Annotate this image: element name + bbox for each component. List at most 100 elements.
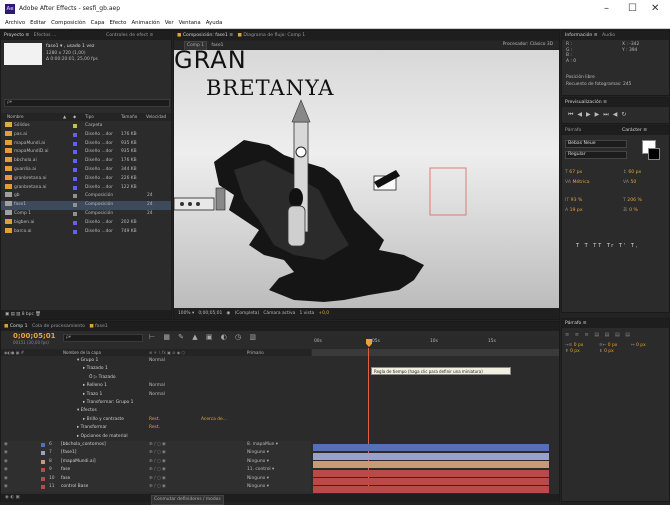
tab-flowchart[interactable]: Diagrama de flujo: Comp 1 [243, 33, 305, 38]
camera-select[interactable]: Cámara activa [263, 311, 295, 316]
track-bar-7[interactable] [313, 453, 549, 460]
table-row[interactable]: Ö ▷ Trazado [1, 374, 311, 383]
project-item-row[interactable]: gb Composición 24 [1, 192, 171, 201]
baseline-shift-value[interactable]: 19 px [570, 208, 583, 213]
track-bar-10[interactable] [313, 478, 549, 485]
table-row[interactable]: ▾ Grupo 1 Normal [1, 357, 311, 366]
col-sort[interactable]: ▲ [63, 113, 66, 121]
timeline-switches[interactable]: ⊢ ▦ ✎ ▲ ▣ ◐ ◷ ▥ [149, 333, 259, 341]
label-color-swatch[interactable] [73, 203, 77, 208]
timeline-search-input[interactable]: ρ▾ [63, 334, 143, 342]
layer-mode[interactable]: Rest. [149, 424, 160, 433]
layer-name[interactable]: ▾ Efectos [77, 407, 97, 416]
layer-mode[interactable]: Normal [149, 382, 165, 391]
new-comp-icon[interactable]: ▧ [16, 312, 20, 317]
align-buttons[interactable]: ≡ ≡ ≡ ▤ ▤ ▤ ▤ [565, 332, 632, 338]
eye-icon[interactable]: ◉ [4, 466, 8, 475]
layer-name[interactable]: Ö ▷ Trazado [89, 374, 116, 383]
table-row[interactable]: ◉ 10 fase ⊕ ∕ ◻ ◉ Ninguno ▾ [1, 474, 311, 484]
layer-color-swatch[interactable] [41, 476, 45, 481]
col-label[interactable]: ◆ [73, 113, 76, 121]
layer-name[interactable]: ▸ Relleno 1 [83, 382, 107, 391]
layer-name[interactable]: [bbchola_contornos] [61, 441, 106, 450]
label-color-swatch[interactable] [73, 159, 77, 164]
exposure-value[interactable]: +0,0 [318, 311, 329, 316]
layer-name[interactable]: ▸ Transformar [77, 424, 107, 433]
table-row[interactable]: ▸ Transformar: Grupo 1 [1, 399, 311, 408]
tracking-value[interactable]: 50 [630, 180, 636, 185]
toggle-switches-button[interactable]: Conmutar definidores / modos [151, 495, 224, 505]
layer-name[interactable]: control Base [61, 483, 88, 492]
table-row[interactable]: ▸ Relleno 1 Normal [1, 382, 311, 391]
bit-depth-label[interactable]: 8 bpc [22, 312, 34, 317]
time-ruler[interactable]: 00s 05s 10s 15s [312, 336, 559, 348]
layer-mode[interactable]: Rest. [149, 416, 160, 425]
project-item-row[interactable]: Comp 1 Composición 24 [1, 210, 171, 219]
project-item-row[interactable]: Sólidos Carpeta [1, 122, 171, 131]
eye-icon[interactable]: ◉ [4, 441, 8, 450]
layer-name[interactable]: ▸ Opciones de material [77, 433, 128, 442]
layer-color-swatch[interactable] [41, 485, 45, 489]
prev-frame-icon[interactable]: ◀ [577, 111, 586, 118]
layer-parent[interactable]: Ninguno ▾ [247, 458, 269, 467]
project-item-row[interactable]: mapaMundi.ai Diseño ...dor 935 KB [1, 139, 171, 149]
zoom-select[interactable]: 100% [178, 311, 191, 316]
minimize-button[interactable]: – [604, 3, 609, 14]
label-color-swatch[interactable] [73, 220, 77, 225]
kerning-value[interactable]: Métrica [572, 180, 589, 185]
project-item-row[interactable]: mapaMundiD.ai Diseño ...dor 935 KB [1, 148, 171, 157]
table-row[interactable]: ▸ Trazo 1 Normal [1, 391, 311, 400]
label-color-swatch[interactable] [73, 185, 77, 190]
menu-item-3[interactable]: Capa [91, 20, 105, 26]
tab-info[interactable]: Información ≡ [565, 33, 598, 38]
tab-timeline-comp1[interactable]: Comp 1 [10, 324, 28, 329]
table-row[interactable]: ▸ Trazado 1 [1, 365, 311, 374]
font-size-value[interactable]: 67 px [569, 170, 582, 175]
layer-name[interactable]: ▸ Transformar: Grupo 1 [83, 399, 133, 408]
layer-switches[interactable]: ⊕ ∕ ◻ ◉ [149, 441, 166, 450]
table-row[interactable]: ◉ 8 [mapaMundi.ai] ⊕ ∕ ◻ ◉ Ninguno ▾ [1, 457, 311, 467]
table-row[interactable]: ◉ 6 [bbchola_contornos] ⊕ ∕ ◻ ◉ 8. mapaMun ▾ [1, 441, 311, 450]
new-folder-icon[interactable]: ▤ [11, 312, 15, 317]
layer-parent[interactable]: Ninguno ▾ [247, 449, 269, 458]
track-bar-9[interactable] [313, 470, 549, 477]
menu-item-4[interactable]: Efecto [109, 20, 126, 26]
layer-color-swatch[interactable] [41, 459, 45, 464]
layer-name[interactable]: ▸ Brillo y contraste [83, 416, 124, 425]
layer-name[interactable]: ▾ Grupo 1 [77, 357, 98, 366]
menu-item-0[interactable]: Archivo [5, 20, 25, 26]
loop-icon[interactable]: ↻ [621, 111, 630, 118]
table-row[interactable]: ▸ Opciones de material [1, 433, 311, 442]
track-bar-11[interactable] [313, 486, 549, 493]
label-color-swatch[interactable] [73, 194, 77, 199]
layer-color-swatch[interactable] [41, 451, 45, 456]
project-item-row[interactable]: guardia.ai Diseño ...dor 344 KB [1, 166, 171, 175]
col-size[interactable]: Tamaño [121, 113, 137, 121]
layer-switches[interactable]: ⊕ ∕ ◻ ◉ [149, 449, 166, 458]
project-item-row[interactable]: bigben.ai Diseño ...dor 202 KB [1, 218, 171, 228]
footer-icons[interactable]: ◉ ◐ ▣ [5, 495, 20, 500]
label-color-swatch[interactable] [73, 229, 77, 234]
tab-project[interactable]: Proyecto ≡ [4, 33, 29, 38]
layer-parent[interactable]: 11. control ▾ [247, 466, 274, 475]
layer-name[interactable]: ▸ Trazado 1 [83, 365, 108, 374]
last-frame-icon[interactable]: ⏭ [603, 111, 612, 118]
project-item-row[interactable]: bbchola.ai Diseño ...dor 176 KB [1, 157, 171, 166]
layer-parent[interactable]: Ninguno ▾ [247, 483, 269, 492]
views-select[interactable]: 1 vista [299, 311, 314, 316]
comp-canvas[interactable]: GRAN BRETANYA [174, 50, 559, 308]
vertical-scale-value[interactable]: 93 % [571, 198, 583, 203]
play-icon[interactable]: ▶ [586, 111, 595, 118]
project-search-input[interactable]: ρ▾ [4, 99, 170, 107]
table-row[interactable]: ◉ 9 fase ⊕ ∕ ◻ ◉ 11. control ▾ [1, 466, 311, 475]
table-row[interactable]: ▸ Transformar Rest. [1, 424, 311, 433]
layer-color-swatch[interactable] [41, 468, 45, 473]
delete-icon[interactable]: 🗑 [35, 312, 41, 317]
track-bar-6[interactable] [313, 444, 549, 451]
stroke-color-swatch[interactable] [648, 148, 660, 160]
layer-name[interactable]: [mapaMundi.ai] [61, 458, 96, 467]
space-after[interactable]: 0 px [604, 349, 614, 354]
eye-icon[interactable]: ◉ [4, 449, 8, 458]
layer-name[interactable]: ▸ Trazo 1 [83, 391, 102, 400]
menu-item-1[interactable]: Editar [30, 20, 46, 26]
